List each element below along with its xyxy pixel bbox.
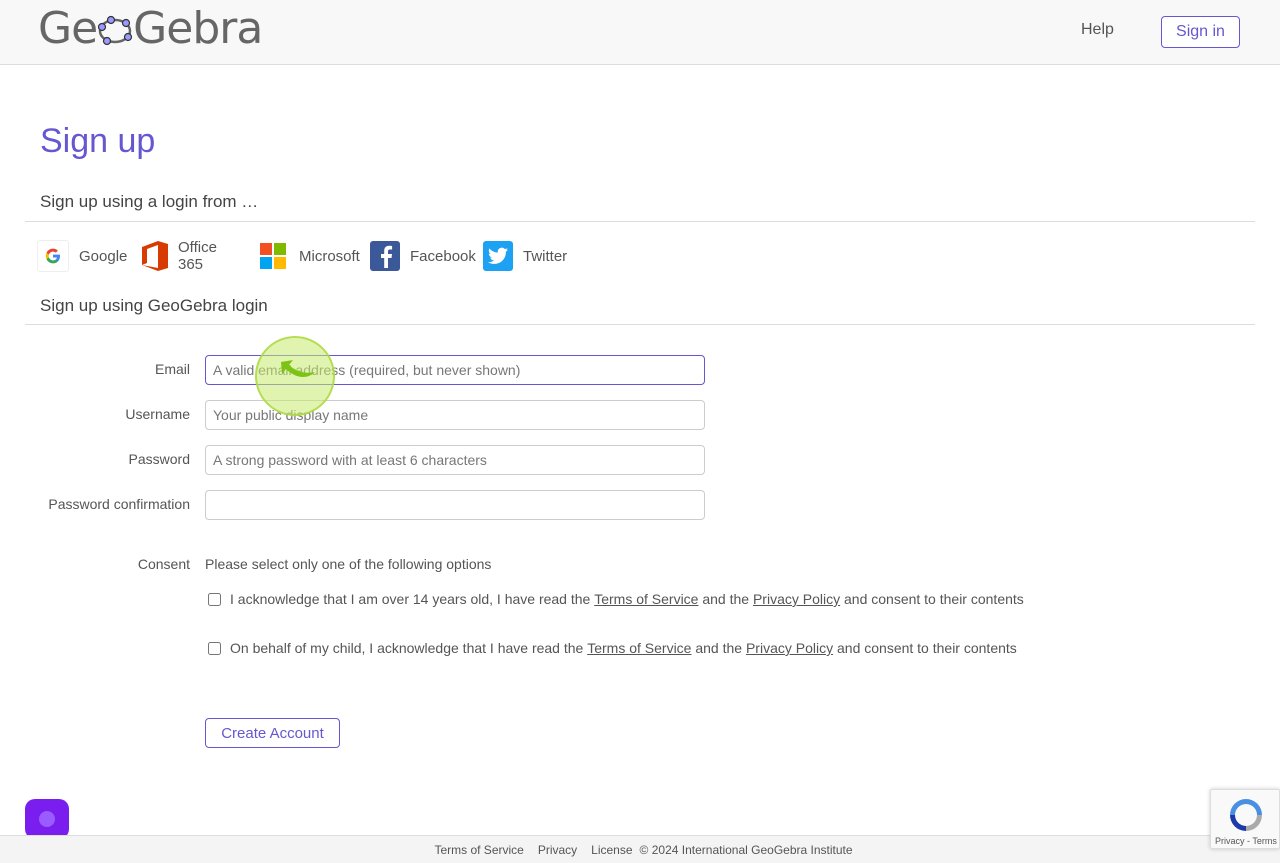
privacy-policy-link[interactable]: Privacy Policy xyxy=(746,640,833,656)
google-icon xyxy=(37,240,69,272)
provider-label: Google xyxy=(79,247,128,265)
consent-option-adult: I acknowledge that I am over 14 years ol… xyxy=(208,591,1024,607)
twitter-icon xyxy=(483,241,513,271)
provider-label: Microsoft xyxy=(299,247,360,265)
footer-license-link[interactable]: License xyxy=(591,843,632,857)
consent-label: Consent xyxy=(137,556,190,572)
microsoft-login-button[interactable]: Microsoft xyxy=(257,238,360,274)
recaptcha-icon xyxy=(1230,799,1262,831)
footer-privacy-link[interactable]: Privacy xyxy=(538,843,577,857)
page-title: Sign up xyxy=(40,122,156,160)
footer: Terms of Service Privacy License © 2024 … xyxy=(0,835,1280,863)
divider xyxy=(25,221,1255,222)
office365-icon xyxy=(142,240,168,272)
facebook-icon xyxy=(370,241,400,271)
footer-copyright: © 2024 International GeoGebra Institute xyxy=(639,842,853,857)
logo-text-right: Gebra xyxy=(133,3,263,54)
password-confirmation-label: Password confirmation xyxy=(48,496,190,512)
chat-widget-button[interactable] xyxy=(25,799,69,839)
consent-text: and the xyxy=(698,591,753,607)
consent-text: and the xyxy=(691,640,746,656)
provider-label: Facebook xyxy=(410,247,476,265)
email-input[interactable] xyxy=(205,355,705,385)
recaptcha-links[interactable]: Privacy - Terms xyxy=(1215,836,1277,846)
username-input[interactable] xyxy=(205,400,705,430)
terms-of-service-link[interactable]: Terms of Service xyxy=(594,591,698,607)
facebook-login-button[interactable]: Facebook xyxy=(370,238,476,274)
sign-in-button[interactable]: Sign in xyxy=(1161,16,1240,48)
consent-intro: Please select only one of the following … xyxy=(205,556,492,572)
email-label: Email xyxy=(154,361,190,377)
consent-text: On behalf of my child, I acknowledge tha… xyxy=(230,640,588,656)
geogebra-login-heading: Sign up using GeoGebra login xyxy=(40,296,268,315)
consent-child-checkbox[interactable] xyxy=(208,641,221,655)
twitter-login-button[interactable]: Twitter xyxy=(483,238,567,274)
consent-text: and consent to their contents xyxy=(840,591,1024,607)
password-input[interactable] xyxy=(205,445,705,475)
terms-of-service-link[interactable]: Terms of Service xyxy=(587,640,691,656)
top-header: Ge Gebra Help Sign in xyxy=(0,0,1280,65)
geogebra-logo-icon xyxy=(98,15,133,46)
provider-label: Twitter xyxy=(523,247,568,265)
chat-icon xyxy=(39,811,55,827)
help-link[interactable]: Help xyxy=(1081,21,1114,39)
consent-option-child: On behalf of my child, I acknowledge tha… xyxy=(208,640,1017,656)
google-login-button[interactable]: Google xyxy=(37,238,127,274)
recaptcha-badge[interactable]: Privacy - Terms xyxy=(1210,789,1280,849)
office365-login-button[interactable]: Office 365 xyxy=(142,238,223,274)
create-account-button[interactable]: Create Account xyxy=(205,718,340,748)
password-confirmation-input[interactable] xyxy=(205,490,705,520)
consent-text: I acknowledge that I am over 14 years ol… xyxy=(230,591,595,607)
provider-label: Office 365 xyxy=(178,239,217,273)
divider xyxy=(25,324,1255,325)
username-label: Username xyxy=(125,406,190,422)
password-label: Password xyxy=(128,451,190,467)
footer-terms-link[interactable]: Terms of Service xyxy=(434,843,523,857)
geogebra-logo[interactable]: Ge Gebra xyxy=(38,3,263,54)
microsoft-icon xyxy=(257,240,289,272)
logo-text-left: Ge xyxy=(38,3,98,54)
consent-text: and consent to their contents xyxy=(833,640,1017,656)
social-login-heading: Sign up using a login from … xyxy=(40,192,259,211)
privacy-policy-link[interactable]: Privacy Policy xyxy=(753,591,840,607)
consent-adult-checkbox[interactable] xyxy=(208,592,221,606)
